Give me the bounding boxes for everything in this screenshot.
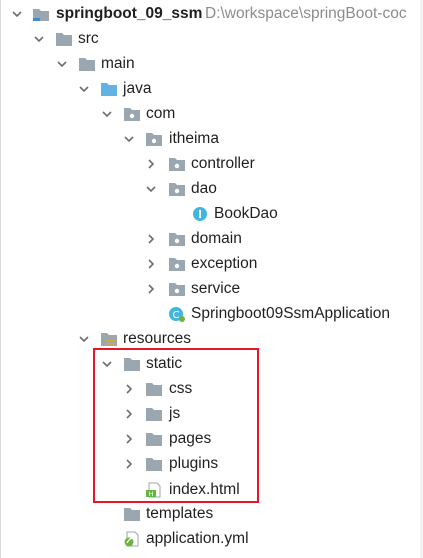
tree-row-controller[interactable]: controller (0, 152, 423, 177)
chevron-right-icon[interactable] (144, 282, 158, 296)
tree-label-main: main (101, 55, 135, 72)
package-icon (168, 256, 186, 272)
tree-label-resources: resources (123, 330, 192, 347)
project-module-icon (32, 6, 50, 22)
tree-label-domain: domain (191, 230, 242, 247)
resources-folder-icon (100, 331, 118, 347)
package-icon (168, 181, 186, 197)
tree-label-application-class: Springboot09SsmApplication (191, 305, 391, 322)
chevron-right-icon[interactable] (144, 157, 158, 171)
tree-label-java: java (123, 80, 152, 97)
spring-boot-class-icon: C (168, 306, 186, 322)
tree-label-itheima: itheima (169, 130, 219, 147)
tree-label-src: src (78, 30, 99, 47)
tree-row-src[interactable]: src (0, 27, 423, 52)
folder-icon (78, 56, 96, 72)
chevron-right-icon[interactable] (144, 232, 158, 246)
tree-row-java[interactable]: java (0, 77, 423, 102)
chevron-right-icon[interactable] (144, 257, 158, 271)
tree-row-domain[interactable]: domain (0, 227, 423, 252)
tree-row-main[interactable]: main (0, 52, 423, 77)
chevron-down-icon[interactable] (10, 7, 24, 21)
chevron-down-icon[interactable] (100, 107, 114, 121)
tree-row-application-class[interactable]: C Springboot09SsmApplication (0, 302, 423, 327)
svg-text:C: C (173, 310, 180, 321)
chevron-down-icon[interactable] (122, 132, 136, 146)
tree-row-templates[interactable]: templates (0, 502, 423, 527)
chevron-down-icon[interactable] (55, 57, 69, 71)
chevron-down-icon[interactable] (32, 32, 46, 46)
spring-config-file-icon (123, 531, 141, 547)
tree-row-project-root[interactable]: springboot_09_ssm D:\workspace\springBoo… (0, 2, 423, 27)
chevron-down-icon[interactable] (144, 182, 158, 196)
tree-label-application-yml: application.yml (146, 530, 249, 547)
package-icon (145, 131, 163, 147)
package-icon (168, 156, 186, 172)
tree-label-controller: controller (191, 155, 255, 172)
package-icon (168, 231, 186, 247)
chevron-down-icon[interactable] (77, 332, 91, 346)
project-name: springboot_09_ssm (56, 5, 203, 22)
highlight-annotation-box (93, 348, 259, 503)
tree-label-exception: exception (191, 255, 258, 272)
tree-row-bookdao[interactable]: BookDao (0, 202, 423, 227)
chevron-down-icon[interactable] (77, 82, 91, 96)
folder-icon (123, 506, 141, 522)
tree-label-templates: templates (146, 505, 214, 522)
interface-icon (192, 206, 210, 222)
source-folder-icon (100, 81, 118, 97)
tree-row-application-yml[interactable]: application.yml (0, 527, 423, 552)
package-icon (123, 106, 141, 122)
project-path: D:\workspace\springBoot-coc (205, 5, 407, 22)
tree-label-dao: dao (191, 180, 217, 197)
package-icon (168, 281, 186, 297)
tree-row-exception[interactable]: exception (0, 252, 423, 277)
tree-label-com: com (146, 105, 176, 122)
tree-row-service[interactable]: service (0, 277, 423, 302)
tree-row-com[interactable]: com (0, 102, 423, 127)
tree-row-dao[interactable]: dao (0, 177, 423, 202)
folder-icon (55, 31, 73, 47)
tree-label-bookdao: BookDao (214, 205, 278, 222)
tree-label-service: service (191, 280, 241, 297)
tree-row-itheima[interactable]: itheima (0, 127, 423, 152)
